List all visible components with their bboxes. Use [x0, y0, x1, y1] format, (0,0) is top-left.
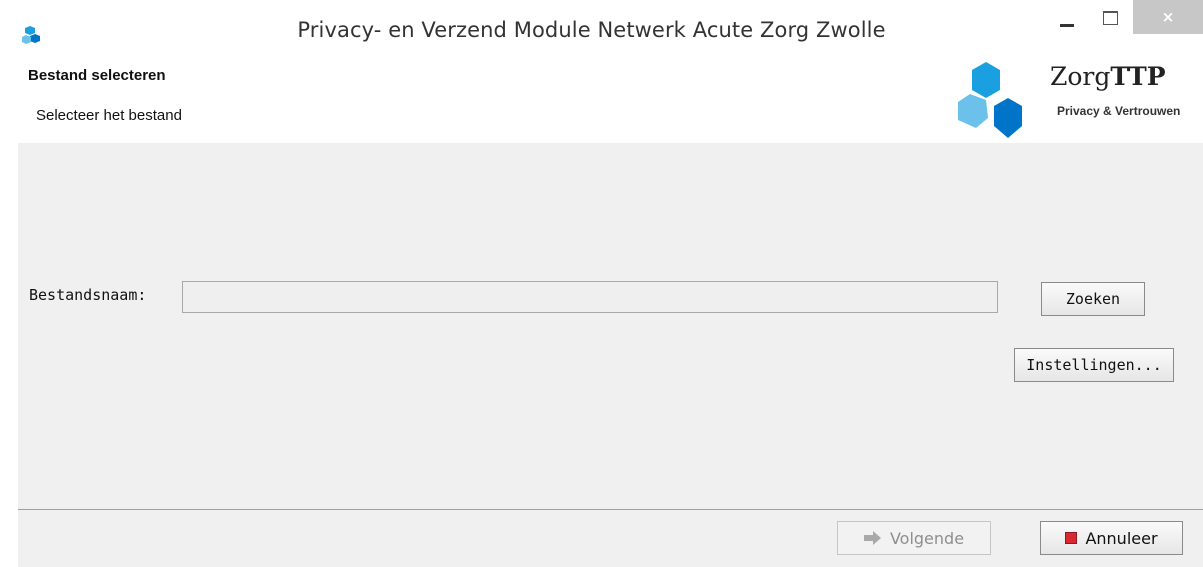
- title-bar[interactable]: Privacy- en Verzend Module Netwerk Acute…: [0, 0, 1203, 60]
- next-button-label: Volgende: [889, 528, 965, 548]
- wizard-footer: [18, 510, 1203, 567]
- next-button[interactable]: Volgende: [837, 521, 991, 555]
- filename-input[interactable]: [182, 281, 998, 313]
- maximize-icon: [1102, 11, 1118, 25]
- window-title: Privacy- en Verzend Module Netwerk Acute…: [297, 18, 886, 42]
- settings-button[interactable]: Instellingen...: [1014, 348, 1174, 382]
- step-subtitle: Selecteer het bestand: [36, 107, 182, 124]
- zorgttp-hexagons-icon: [958, 62, 1022, 138]
- window-border: [0, 60, 18, 567]
- minimize-icon: [1060, 23, 1074, 27]
- cancel-button-label: Annuleer: [1085, 528, 1158, 548]
- search-button[interactable]: Zoeken: [1041, 282, 1145, 316]
- close-icon: ×: [1161, 8, 1175, 26]
- logo-word-ttp: TTP: [1110, 62, 1166, 91]
- step-title: Bestand selecteren: [28, 67, 166, 84]
- cancel-button[interactable]: Annuleer: [1040, 521, 1183, 555]
- filename-label: Bestandsnaam:: [29, 286, 147, 304]
- content-area: [18, 143, 1203, 509]
- logo-tagline: Privacy & Vertrouwen: [1057, 104, 1181, 118]
- logo-word-zorg: Zorg: [1050, 62, 1111, 91]
- arrow-right-icon: [863, 531, 881, 545]
- maximize-button[interactable]: [1090, 0, 1130, 36]
- app-window: Privacy- en Verzend Module Netwerk Acute…: [0, 0, 1203, 567]
- stop-icon: [1065, 532, 1078, 544]
- wizard-header: Bestand selecteren Selecteer het bestand…: [18, 60, 1203, 143]
- minimize-button[interactable]: [1047, 0, 1087, 36]
- zorgttp-logo: ZorgTTP Privacy & Vertrouwen: [956, 60, 1203, 143]
- close-button[interactable]: ×: [1133, 0, 1203, 34]
- logo-wordmark: ZorgTTP: [1050, 62, 1166, 91]
